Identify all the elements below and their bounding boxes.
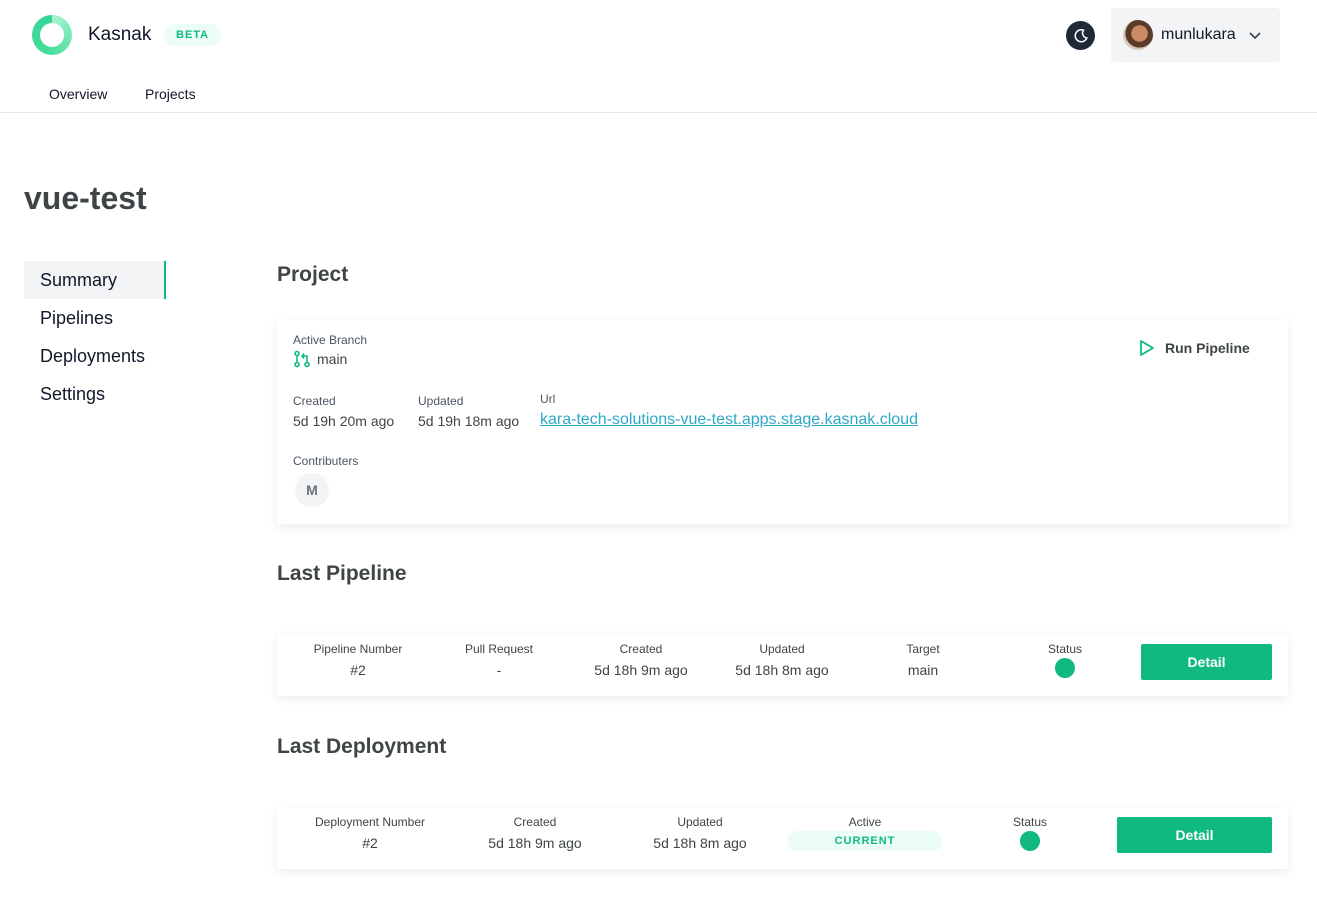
pipeline-status-col: Status bbox=[1048, 642, 1082, 683]
deployment-status-col: Status bbox=[1013, 815, 1047, 856]
deployment-created-value: 5d 18h 9m ago bbox=[488, 835, 582, 851]
run-pipeline-button[interactable]: Run Pipeline bbox=[1139, 339, 1250, 357]
pull-request-label: Pull Request bbox=[464, 642, 534, 656]
run-pipeline-label: Run Pipeline bbox=[1165, 340, 1250, 356]
status-indicator bbox=[1055, 658, 1075, 678]
pipeline-updated-value: 5d 18h 8m ago bbox=[735, 662, 829, 678]
project-url-link[interactable]: kara-tech-solutions-vue-test.apps.stage.… bbox=[540, 411, 918, 429]
sidebar-item-summary[interactable]: Summary bbox=[24, 261, 166, 299]
pipeline-created-value: 5d 18h 9m ago bbox=[594, 662, 688, 678]
kasnak-logo-icon[interactable] bbox=[32, 15, 72, 55]
deployment-number-col: Deployment Number #2 bbox=[315, 815, 425, 851]
page-title: vue-test bbox=[24, 180, 147, 216]
play-icon bbox=[1140, 340, 1154, 356]
contributor-avatar[interactable]: M bbox=[295, 473, 329, 507]
project-card: Active Branch main Run Pipeline Created … bbox=[277, 319, 1288, 524]
created-label: Created bbox=[293, 394, 336, 408]
sidebar-item-settings[interactable]: Settings bbox=[24, 375, 166, 413]
section-title-last-deployment: Last Deployment bbox=[277, 735, 447, 758]
user-menu-button[interactable]: munlukara bbox=[1111, 8, 1280, 62]
pipeline-number-col: Pipeline Number #2 bbox=[314, 642, 403, 678]
updated-value: 5d 19h 18m ago bbox=[418, 413, 520, 429]
last-pipeline-card: Pipeline Number #2 Pull Request - Create… bbox=[277, 634, 1288, 696]
moon-icon bbox=[1074, 28, 1088, 42]
deployment-number-value: #2 bbox=[362, 835, 378, 851]
section-title-project: Project bbox=[277, 263, 349, 286]
theme-toggle-button[interactable] bbox=[1066, 21, 1095, 50]
created-value: 5d 19h 20m ago bbox=[293, 413, 395, 429]
url-label: Url bbox=[540, 392, 556, 406]
deployment-status-label: Status bbox=[1012, 815, 1048, 829]
status-indicator bbox=[1020, 831, 1040, 851]
chevron-down-icon bbox=[1249, 32, 1261, 40]
pipeline-created-label: Created bbox=[619, 642, 663, 656]
brand-name[interactable]: Kasnak bbox=[88, 24, 151, 46]
top-header: Kasnak BETA munlukara Overview Projects bbox=[0, 0, 1317, 113]
sidebar-item-pipelines[interactable]: Pipelines bbox=[24, 299, 166, 337]
pipeline-detail-button[interactable]: Detail bbox=[1141, 644, 1272, 680]
sidebar-item-deployments[interactable]: Deployments bbox=[24, 337, 166, 375]
pull-request-col: Pull Request - bbox=[465, 642, 533, 678]
nav-tab-projects[interactable]: Projects bbox=[145, 86, 196, 102]
pipeline-updated-label: Updated bbox=[759, 642, 805, 656]
deployment-updated-col: Updated 5d 18h 8m ago bbox=[653, 815, 746, 851]
deployment-updated-value: 5d 18h 8m ago bbox=[653, 835, 747, 851]
beta-badge: BETA bbox=[164, 24, 222, 46]
deployment-updated-label: Updated bbox=[677, 815, 723, 829]
pipeline-created-col: Created 5d 18h 9m ago bbox=[594, 642, 687, 678]
deployment-created-label: Created bbox=[513, 815, 557, 829]
nav-tab-overview[interactable]: Overview bbox=[49, 86, 107, 102]
pipeline-number-label: Pipeline Number bbox=[313, 642, 403, 656]
current-badge: CURRENT bbox=[787, 831, 943, 851]
pipeline-status-label: Status bbox=[1047, 642, 1083, 656]
updated-label: Updated bbox=[418, 394, 464, 408]
pipeline-target-value: main bbox=[907, 662, 939, 678]
contributors-label: Contributers bbox=[293, 454, 359, 468]
section-title-last-pipeline: Last Pipeline bbox=[277, 562, 407, 585]
pipeline-target-col: Target main bbox=[906, 642, 939, 678]
pull-request-value: - bbox=[496, 662, 502, 678]
pipeline-target-label: Target bbox=[906, 642, 940, 656]
active-branch-label: Active Branch bbox=[293, 333, 368, 347]
pipeline-updated-col: Updated 5d 18h 8m ago bbox=[735, 642, 828, 678]
pipeline-number-value: #2 bbox=[350, 662, 366, 678]
deployment-active-label: Active bbox=[848, 815, 882, 829]
username: munlukara bbox=[1161, 26, 1236, 43]
deployment-detail-button[interactable]: Detail bbox=[1117, 817, 1272, 853]
active-branch: main bbox=[293, 350, 347, 368]
deployment-created-col: Created 5d 18h 9m ago bbox=[488, 815, 581, 851]
last-deployment-card: Deployment Number #2 Created 5d 18h 9m a… bbox=[277, 807, 1288, 869]
deployment-active-col: Active CURRENT bbox=[787, 815, 943, 851]
avatar bbox=[1123, 20, 1153, 50]
deployment-number-label: Deployment Number bbox=[314, 815, 426, 829]
git-branch-icon bbox=[294, 350, 310, 368]
branch-name: main bbox=[317, 351, 348, 367]
